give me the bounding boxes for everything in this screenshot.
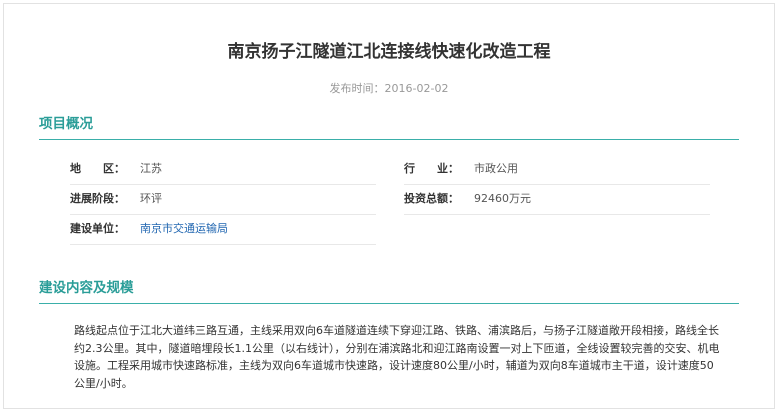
page-title: 南京扬子江隧道江北连接线快速化改造工程 <box>227 42 551 62</box>
section-heading-scope: 建设内容及规模 <box>39 279 739 304</box>
info-label: 行 业： <box>404 162 459 175</box>
info-label: 建设单位： <box>70 222 125 235</box>
info-item-region: 地 区： 江苏 <box>70 160 376 185</box>
info-value: 市政公用 <box>474 162 518 175</box>
info-item-stage: 进展阶段： 环评 <box>70 190 376 215</box>
info-item-builder: 建设单位： 南京市交通运输局 <box>70 220 376 245</box>
info-label: 进展阶段： <box>70 192 125 205</box>
info-value: 江苏 <box>140 162 162 175</box>
section-heading-overview: 项目概况 <box>39 115 739 140</box>
project-detail-page: 南京扬子江隧道江北连接线快速化改造工程 发布时间：2016-02-02 项目概况… <box>3 3 775 409</box>
info-item-industry: 行 业： 市政公用 <box>404 160 710 185</box>
builder-link[interactable]: 南京市交通运输局 <box>140 220 228 238</box>
info-label: 投资总额： <box>404 192 459 205</box>
info-item-investment: 投资总额： 92460万元 <box>404 190 710 215</box>
publish-date: 发布时间：2016-02-02 <box>329 82 449 95</box>
info-label: 地 区： <box>70 162 125 175</box>
info-value: 环评 <box>140 192 162 205</box>
info-value: 92460万元 <box>474 192 531 205</box>
scope-description: 路线起点位于江北大道纬三路互通，主线采用双向6车道隧道连续下穿迎江路、铁路、浦滨… <box>74 324 720 390</box>
